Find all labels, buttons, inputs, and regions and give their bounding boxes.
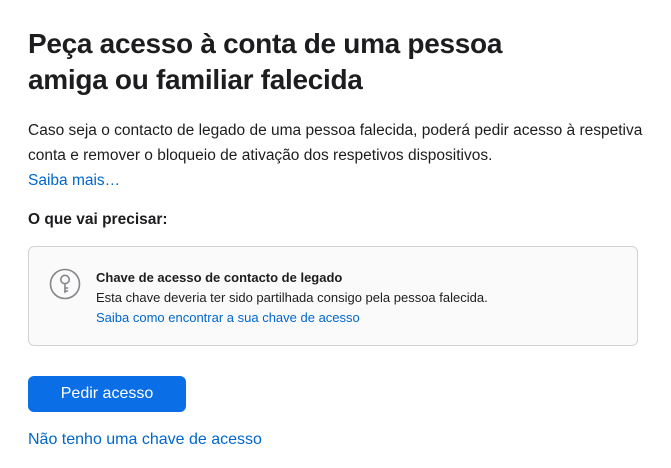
find-access-key-link[interactable]: Saiba como encontrar a sua chave de aces…	[96, 310, 360, 325]
intro-paragraph: Caso seja o contacto de legado de uma pe…	[28, 118, 648, 193]
access-key-description: Esta chave deveria ter sido partilhada c…	[96, 290, 488, 305]
access-key-card-text: Chave de acesso de contacto de legado Es…	[96, 268, 616, 328]
access-key-card: Chave de acesso de contacto de legado Es…	[28, 246, 638, 346]
request-access-button[interactable]: Pedir acesso	[28, 376, 186, 412]
access-key-title: Chave de acesso de contacto de legado	[96, 270, 343, 285]
no-access-key-link[interactable]: Não tenho uma chave de acesso	[28, 429, 262, 451]
intro-text: Caso seja o contacto de legado de uma pe…	[28, 122, 643, 164]
legacy-contact-request-page: Peça acesso à conta de uma pessoa amiga …	[28, 26, 648, 448]
page-title: Peça acesso à conta de uma pessoa amiga …	[28, 28, 503, 95]
requirements-heading: O que vai precisar:	[28, 211, 168, 228]
key-icon	[49, 268, 81, 300]
learn-more-link[interactable]: Saiba mais…	[28, 172, 120, 189]
